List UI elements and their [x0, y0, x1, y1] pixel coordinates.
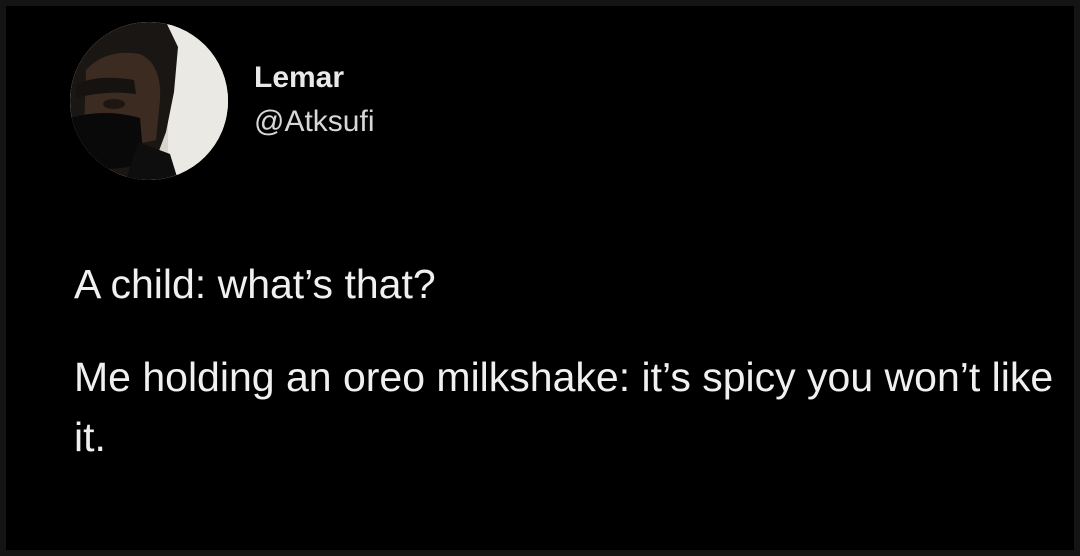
author-handle[interactable]: @Atksufi: [254, 102, 374, 142]
tweet-body: A child: what’s that? Me holding an oreo…: [74, 254, 1054, 467]
tweet-paragraph: A child: what’s that?: [74, 261, 436, 307]
avatar[interactable]: [70, 22, 228, 180]
author-names: Lemar @Atksufi: [254, 58, 374, 142]
author-display-name[interactable]: Lemar: [254, 58, 374, 98]
tweet-screenshot: Lemar @Atksufi A child: what’s that? Me …: [0, 0, 1080, 556]
tweet-paragraph: Me holding an oreo milkshake: it’s spicy…: [74, 354, 1054, 460]
tweet-author[interactable]: Lemar @Atksufi: [70, 22, 374, 180]
